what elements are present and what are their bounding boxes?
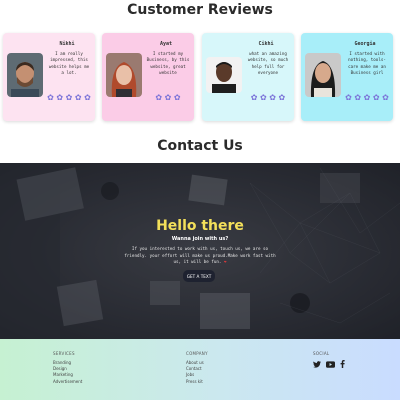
avatar xyxy=(305,53,341,97)
section-title-reviews: Customer Reviews xyxy=(127,2,273,18)
rating-stars: ✿ ✿ ✿ xyxy=(155,93,181,102)
review-card: Nikhi I am really impressed, this websit… xyxy=(3,33,95,121)
review-card: Georgia I started with nothing, tools-ca… xyxy=(301,33,393,121)
review-text: I started with nothing, tools-care make … xyxy=(348,51,386,75)
reviewer-name: Cikhi xyxy=(258,41,274,47)
footer-services-heading: SERVICES xyxy=(53,351,75,356)
review-text: I started my Business, by this website, … xyxy=(146,51,190,75)
review-card: Cikhi what an amazing website, so much h… xyxy=(202,33,294,121)
hero-body-text: If you interested to work with us, touch… xyxy=(124,246,276,264)
youtube-icon[interactable] xyxy=(326,360,335,368)
contact-hero-banner: Hello there Wanna join with us? If you i… xyxy=(0,163,400,339)
reviewer-name: Ayat xyxy=(159,41,173,47)
rating-stars: ✿ ✿ ✿ ✿ ✿ xyxy=(47,93,91,102)
review-text: what an amazing website, so much help fu… xyxy=(247,51,289,75)
footer-social-column: SOCIAL xyxy=(313,351,345,368)
avatar xyxy=(106,53,142,97)
footer-link-advertisement[interactable]: Advertisement xyxy=(53,379,82,385)
hero-title: Hello there xyxy=(156,218,244,234)
review-card: Ayat I started my Business, by this webs… xyxy=(102,33,194,121)
footer-company-column: COMPANY About us Contact Jobs Press kit xyxy=(186,351,208,385)
reviewer-name: Nikhi xyxy=(59,41,75,47)
footer: SERVICES Branding Design Marketing Adver… xyxy=(0,339,400,400)
hero-body: If you interested to work with us, touch… xyxy=(120,246,280,266)
hero-subtitle: Wanna join with us? xyxy=(171,236,229,242)
get-a-text-button[interactable]: GET A TEXT xyxy=(183,270,215,282)
twitter-icon[interactable] xyxy=(313,360,321,368)
rating-stars: ✿ ✿ ✿ ✿ ✿ xyxy=(345,93,389,102)
review-text: I am really impressed, this website help… xyxy=(48,51,90,75)
footer-services-column: SERVICES Branding Design Marketing Adver… xyxy=(53,351,82,385)
footer-social-heading: SOCIAL xyxy=(313,351,330,356)
footer-link-press-kit[interactable]: Press kit xyxy=(186,379,208,385)
section-title-contact: Contact Us xyxy=(157,138,243,154)
social-icons xyxy=(313,360,345,368)
avatar xyxy=(7,53,43,97)
rating-stars: ✿ ✿ ✿ ✿ xyxy=(250,93,286,102)
avatar xyxy=(206,57,242,93)
reviewer-name: Georgia xyxy=(354,41,376,47)
footer-company-heading: COMPANY xyxy=(186,351,208,356)
facebook-icon[interactable] xyxy=(340,360,345,368)
heart-icon: ❤ xyxy=(223,259,227,264)
